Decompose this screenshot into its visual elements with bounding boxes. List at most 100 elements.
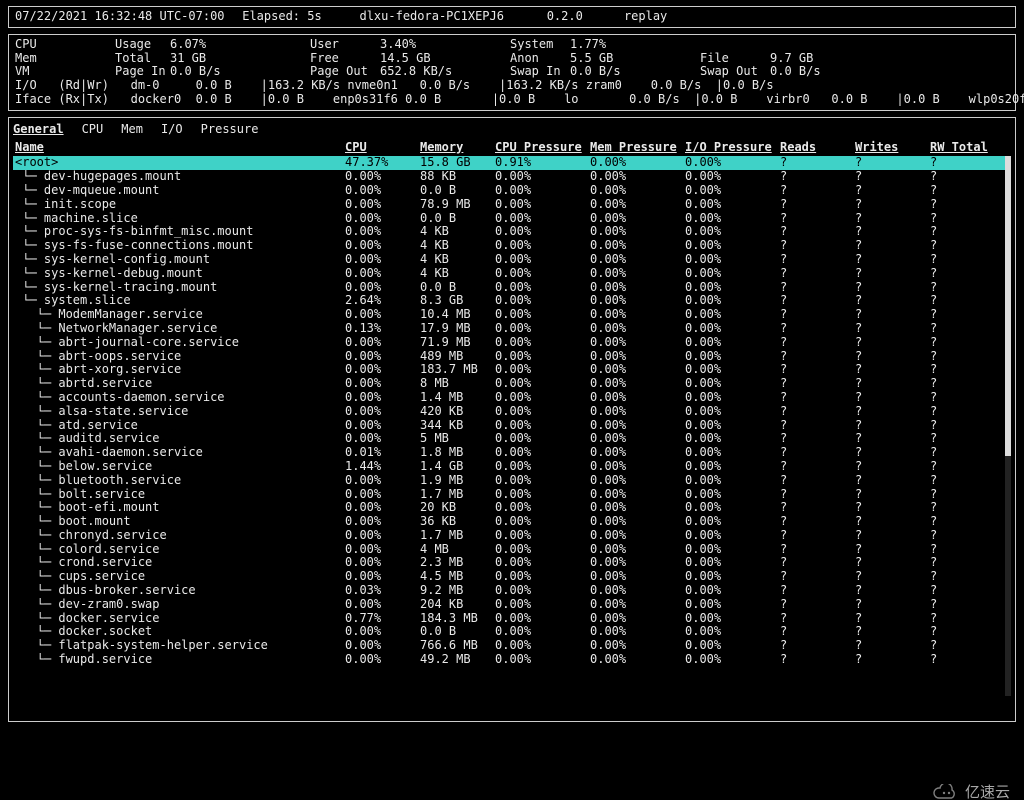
process-row[interactable]: └─ below.service1.44%1.4 GB0.00%0.00%0.0…: [13, 460, 1011, 474]
column-header[interactable]: Memory: [420, 141, 495, 155]
process-row[interactable]: └─ flatpak-system-helper.service0.00%766…: [13, 639, 1011, 653]
cell-cp: 0.00%: [495, 584, 590, 598]
cell-ip: 0.00%: [685, 570, 780, 584]
cell-ip: 0.00%: [685, 350, 780, 364]
cell-t: ?: [930, 170, 1000, 184]
cell-w: ?: [855, 556, 930, 570]
cell-mp: 0.00%: [590, 253, 685, 267]
cell-t: ?: [930, 294, 1000, 308]
process-row[interactable]: └─ colord.service0.00%4 MB0.00%0.00%0.00…: [13, 543, 1011, 557]
process-row[interactable]: └─ dbus-broker.service0.03%9.2 MB0.00%0.…: [13, 584, 1011, 598]
cell-r: ?: [780, 198, 855, 212]
process-row[interactable]: └─ abrtd.service0.00%8 MB0.00%0.00%0.00%…: [13, 377, 1011, 391]
process-row[interactable]: └─ docker.service0.77%184.3 MB0.00%0.00%…: [13, 612, 1011, 626]
cell-ip: 0.00%: [685, 625, 780, 639]
process-row[interactable]: └─ bluetooth.service0.00%1.9 MB0.00%0.00…: [13, 474, 1011, 488]
cell-cpu: 1.44%: [345, 460, 420, 474]
process-row[interactable]: └─ proc-sys-fs-binfmt_misc.mount0.00%4 K…: [13, 225, 1011, 239]
process-row[interactable]: └─ system.slice2.64%8.3 GB0.00%0.00%0.00…: [13, 294, 1011, 308]
process-row[interactable]: └─ atd.service0.00%344 KB0.00%0.00%0.00%…: [13, 419, 1011, 433]
cpu-label: CPU: [15, 38, 115, 52]
cell-mem: 4 KB: [420, 253, 495, 267]
cell-cpu: 0.00%: [345, 474, 420, 488]
mem-free-label: Free: [310, 52, 380, 66]
vm-label: VM: [15, 65, 115, 79]
cell-r: ?: [780, 405, 855, 419]
process-row[interactable]: └─ sys-kernel-debug.mount0.00%4 KB0.00%0…: [13, 267, 1011, 281]
tab-pressure[interactable]: Pressure: [201, 123, 259, 137]
column-header[interactable]: Reads: [780, 141, 855, 155]
process-name: └─ sys-fs-fuse-connections.mount: [15, 239, 345, 253]
column-header[interactable]: RW Total: [930, 141, 1000, 155]
process-row[interactable]: └─ docker.socket0.00%0.0 B0.00%0.00%0.00…: [13, 625, 1011, 639]
process-row[interactable]: └─ avahi-daemon.service0.01%1.8 MB0.00%0…: [13, 446, 1011, 460]
column-header[interactable]: I/O Pressure: [685, 141, 780, 155]
column-header[interactable]: Mem Pressure: [590, 141, 685, 155]
column-header[interactable]: Name: [15, 141, 345, 155]
cell-cpu: 0.00%: [345, 488, 420, 502]
scrollbar[interactable]: [1005, 156, 1011, 696]
process-row[interactable]: └─ chronyd.service0.00%1.7 MB0.00%0.00%0…: [13, 529, 1011, 543]
process-row[interactable]: └─ dev-mqueue.mount0.00%0.0 B0.00%0.00%0…: [13, 184, 1011, 198]
column-header[interactable]: Writes: [855, 141, 930, 155]
process-row[interactable]: └─ init.scope0.00%78.9 MB0.00%0.00%0.00%…: [13, 198, 1011, 212]
cell-ip: 0.00%: [685, 239, 780, 253]
process-row[interactable]: └─ fwupd.service0.00%49.2 MB0.00%0.00%0.…: [13, 653, 1011, 667]
column-header[interactable]: CPU Pressure: [495, 141, 590, 155]
cell-r: ?: [780, 543, 855, 557]
process-row[interactable]: └─ dev-hugepages.mount0.00%88 KB0.00%0.0…: [13, 170, 1011, 184]
cell-ip: 0.00%: [685, 405, 780, 419]
process-row[interactable]: └─ abrt-journal-core.service0.00%71.9 MB…: [13, 336, 1011, 350]
cell-t: ?: [930, 432, 1000, 446]
cell-ip: 0.00%: [685, 225, 780, 239]
process-row[interactable]: └─ cups.service0.00%4.5 MB0.00%0.00%0.00…: [13, 570, 1011, 584]
header-panel: 07/22/2021 16:32:48 UTC-07:00 Elapsed: 5…: [8, 6, 1016, 28]
column-headers[interactable]: NameCPUMemoryCPU PressureMem PressureI/O…: [13, 139, 1011, 157]
cell-cpu: 2.64%: [345, 294, 420, 308]
column-header[interactable]: CPU: [345, 141, 420, 155]
process-row[interactable]: └─ sys-kernel-tracing.mount0.00%0.0 B0.0…: [13, 281, 1011, 295]
process-row[interactable]: └─ alsa-state.service0.00%420 KB0.00%0.0…: [13, 405, 1011, 419]
cell-mem: 420 KB: [420, 405, 495, 419]
cell-cp: 0.00%: [495, 184, 590, 198]
cell-cpu: 0.00%: [345, 281, 420, 295]
process-row[interactable]: └─ bolt.service0.00%1.7 MB0.00%0.00%0.00…: [13, 488, 1011, 502]
cell-cp: 0.00%: [495, 612, 590, 626]
process-row[interactable]: └─ boot.mount0.00%36 KB0.00%0.00%0.00%??…: [13, 515, 1011, 529]
process-row[interactable]: └─ abrt-oops.service0.00%489 MB0.00%0.00…: [13, 350, 1011, 364]
tab-cpu[interactable]: CPU: [82, 123, 104, 137]
process-row[interactable]: └─ auditd.service0.00%5 MB0.00%0.00%0.00…: [13, 432, 1011, 446]
tab-general[interactable]: General: [13, 123, 64, 137]
cpu-user: 3.40%: [380, 38, 510, 52]
process-row[interactable]: └─ boot-efi.mount0.00%20 KB0.00%0.00%0.0…: [13, 501, 1011, 515]
cell-cp: 0.00%: [495, 294, 590, 308]
cell-cpu: 0.00%: [345, 432, 420, 446]
process-row[interactable]: <root>47.37%15.8 GB0.91%0.00%0.00%???: [13, 156, 1011, 170]
process-row[interactable]: └─ crond.service0.00%2.3 MB0.00%0.00%0.0…: [13, 556, 1011, 570]
cell-w: ?: [855, 239, 930, 253]
cell-ip: 0.00%: [685, 156, 780, 170]
tab-mem[interactable]: Mem: [121, 123, 143, 137]
cell-mem: 0.0 B: [420, 212, 495, 226]
process-name: └─ docker.service: [15, 612, 345, 626]
process-row[interactable]: └─ accounts-daemon.service0.00%1.4 MB0.0…: [13, 391, 1011, 405]
cell-mp: 0.00%: [590, 184, 685, 198]
scrollbar-thumb[interactable]: [1005, 156, 1011, 456]
process-row[interactable]: └─ dev-zram0.swap0.00%204 KB0.00%0.00%0.…: [13, 598, 1011, 612]
process-list[interactable]: <root>47.37%15.8 GB0.91%0.00%0.00%??? └─…: [13, 156, 1011, 696]
process-row[interactable]: └─ sys-fs-fuse-connections.mount0.00%4 K…: [13, 239, 1011, 253]
cell-mem: 1.4 MB: [420, 391, 495, 405]
cell-cpu: 0.00%: [345, 363, 420, 377]
cell-cpu: 0.00%: [345, 225, 420, 239]
process-name: └─ dev-hugepages.mount: [15, 170, 345, 184]
tab-io[interactable]: I/O: [161, 123, 183, 137]
cell-ip: 0.00%: [685, 515, 780, 529]
cell-w: ?: [855, 501, 930, 515]
process-row[interactable]: └─ NetworkManager.service0.13%17.9 MB0.0…: [13, 322, 1011, 336]
process-row[interactable]: └─ sys-kernel-config.mount0.00%4 KB0.00%…: [13, 253, 1011, 267]
cell-cp: 0.00%: [495, 350, 590, 364]
cell-w: ?: [855, 639, 930, 653]
process-row[interactable]: └─ machine.slice0.00%0.0 B0.00%0.00%0.00…: [13, 212, 1011, 226]
process-row[interactable]: └─ ModemManager.service0.00%10.4 MB0.00%…: [13, 308, 1011, 322]
process-row[interactable]: └─ abrt-xorg.service0.00%183.7 MB0.00%0.…: [13, 363, 1011, 377]
